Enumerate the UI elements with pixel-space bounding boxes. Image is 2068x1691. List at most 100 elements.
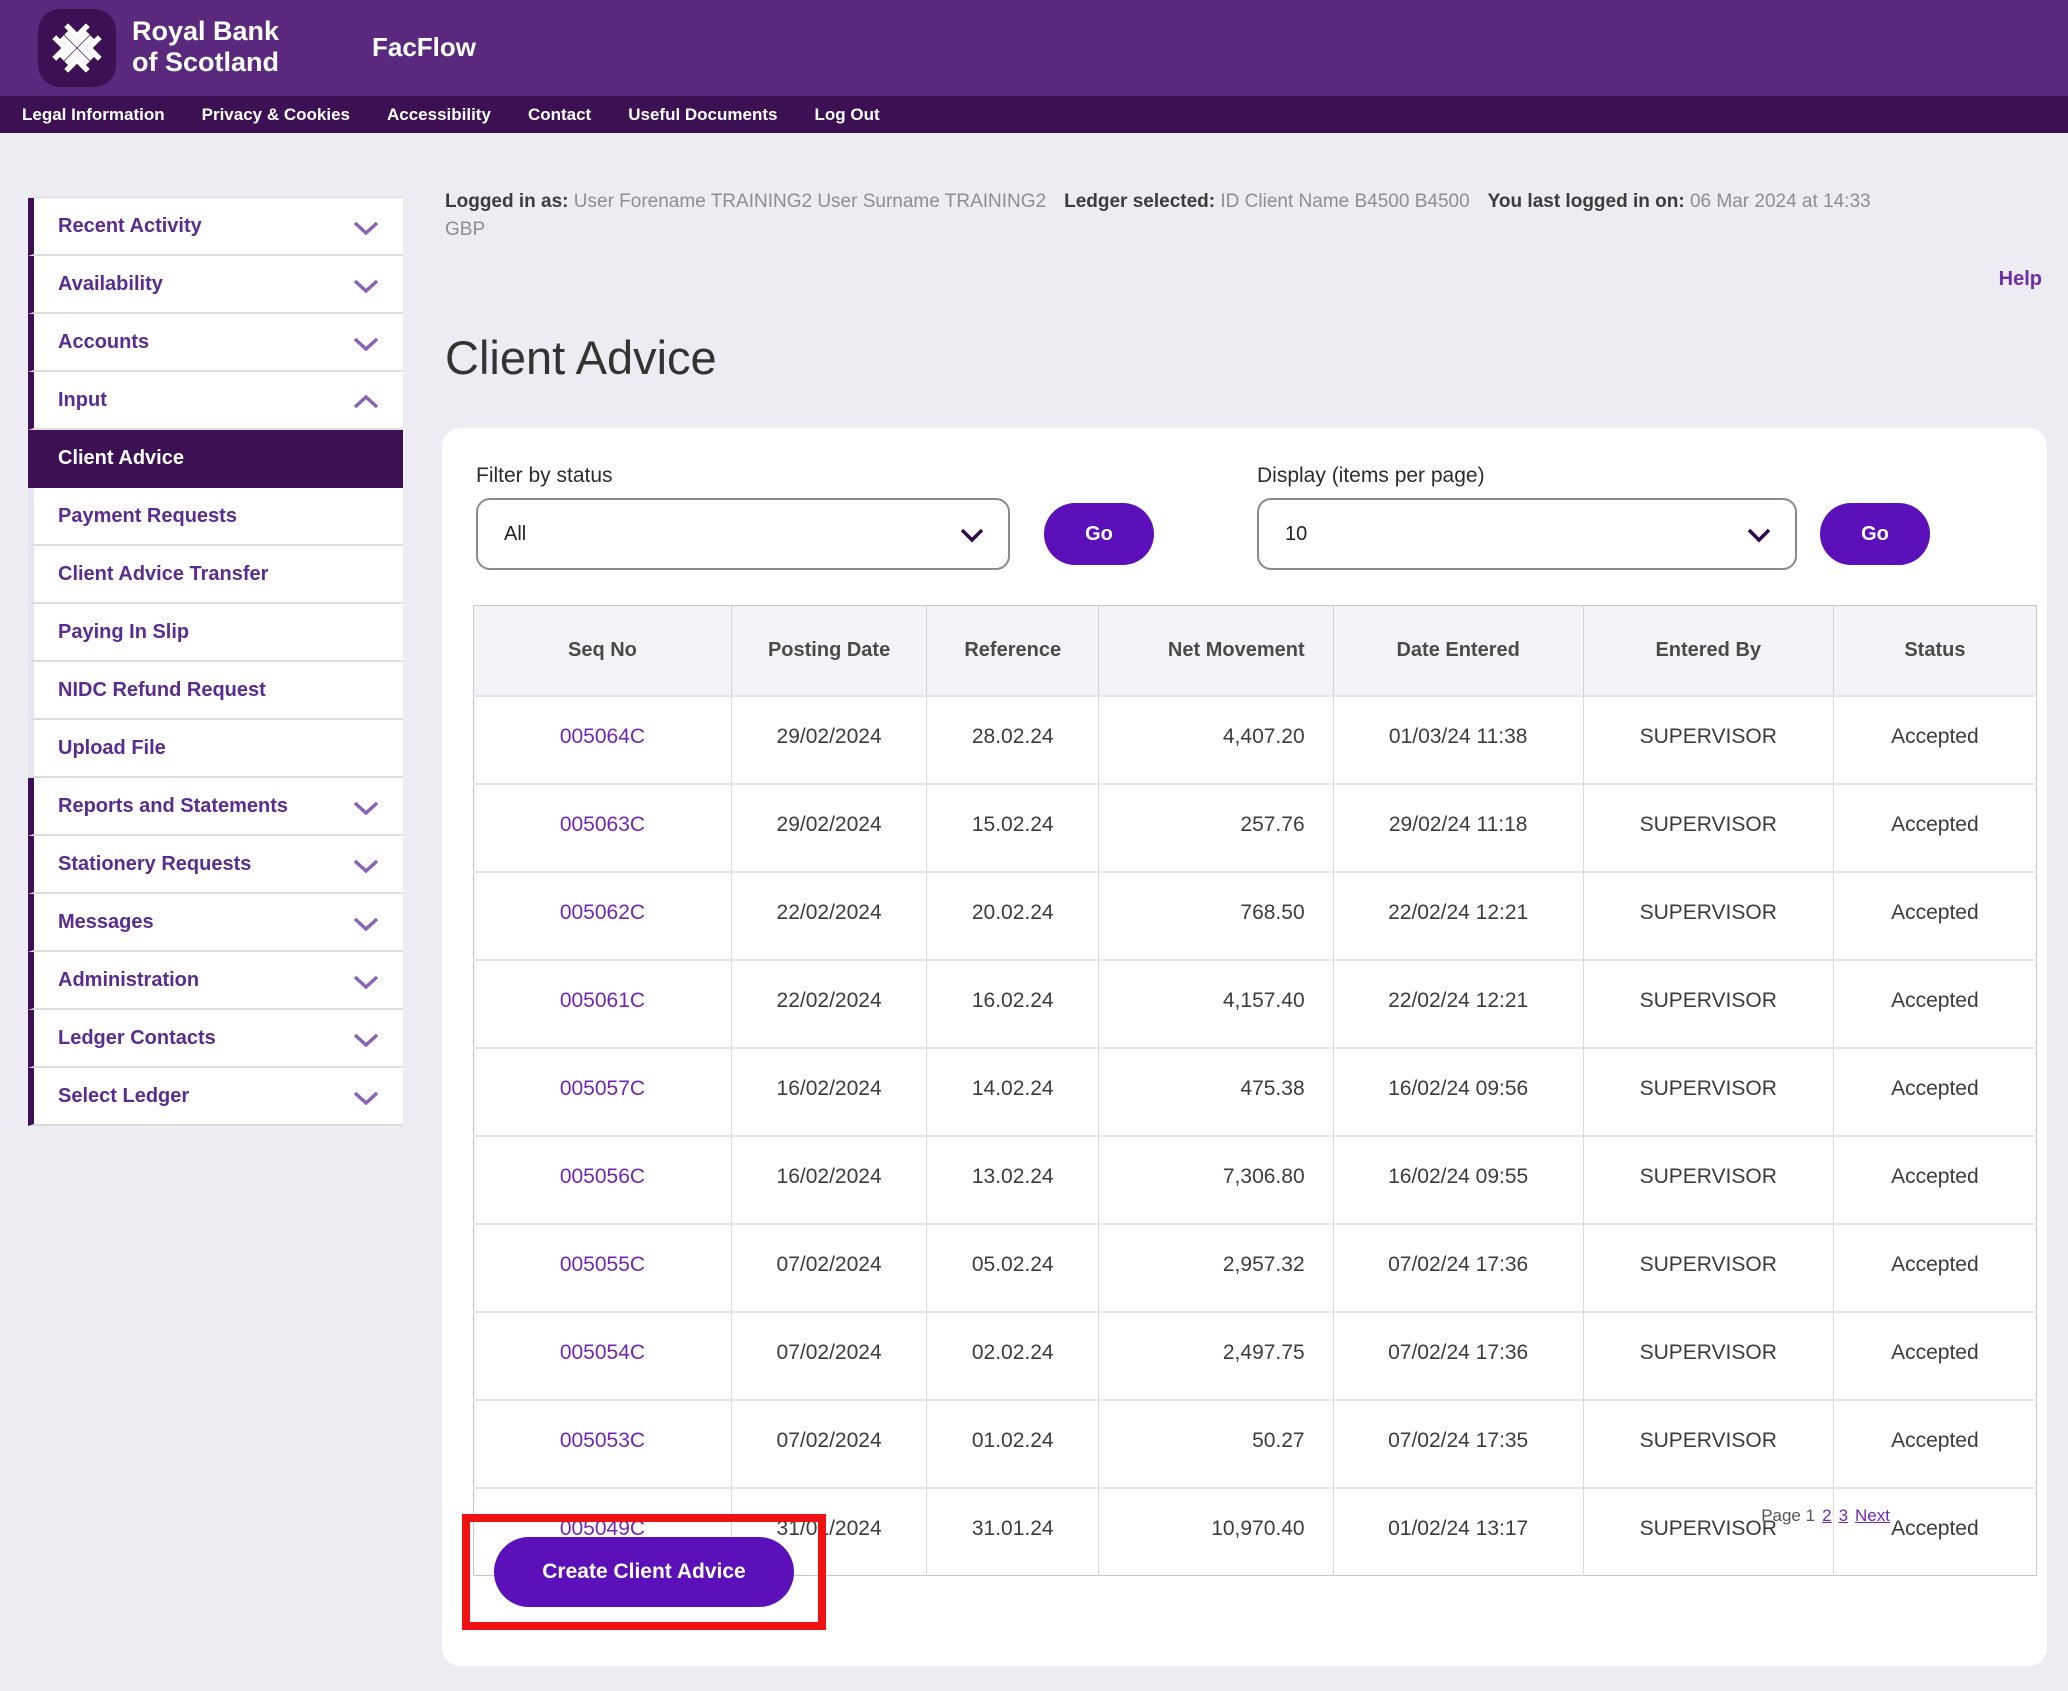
- seq-no-link[interactable]: 005056C: [560, 1165, 645, 1188]
- create-client-advice-button[interactable]: Create Client Advice: [494, 1537, 794, 1607]
- last-login-value: 06 Mar 2024 at 14:33: [1690, 191, 1871, 212]
- status-cell: Accepted: [1833, 1048, 2036, 1136]
- sidebar-item[interactable]: Select Ledger: [28, 1068, 403, 1126]
- sidebar-item-label: Select Ledger: [58, 1085, 189, 1108]
- client-advice-table: Seq No Posting Date Reference Net Moveme…: [473, 605, 2037, 1576]
- sidebar-item[interactable]: Client Advice Transfer: [28, 546, 403, 604]
- nav-link[interactable]: Privacy & Cookies: [202, 105, 350, 125]
- seq-no-link[interactable]: 005055C: [560, 1253, 645, 1276]
- reference-cell: 01.02.24: [927, 1400, 1099, 1488]
- posting-date-cell: 29/02/2024: [731, 696, 926, 784]
- sidebar-item-label: Client Advice Transfer: [58, 563, 268, 586]
- seq-no-link[interactable]: 005063C: [560, 813, 645, 836]
- date-entered-cell: 07/02/24 17:35: [1333, 1400, 1583, 1488]
- sidebar-item[interactable]: Paying In Slip: [28, 604, 403, 662]
- seq-no-link[interactable]: 005057C: [560, 1077, 645, 1100]
- net-movement-cell: 10,970.40: [1099, 1488, 1333, 1576]
- status-filter-select[interactable]: All: [476, 498, 1010, 570]
- sidebar-item[interactable]: Recent Activity: [28, 198, 403, 256]
- table-row: 005054C 07/02/2024 02.02.24 2,497.75 07/…: [474, 1312, 2037, 1400]
- seq-no-link[interactable]: 005054C: [560, 1341, 645, 1364]
- logged-in-label: Logged in as:: [445, 191, 569, 212]
- nav-link[interactable]: Useful Documents: [628, 105, 777, 125]
- posting-date-cell: 16/02/2024: [731, 1048, 926, 1136]
- chevron-down-icon: [960, 528, 984, 543]
- rbs-daisywheel-icon: [51, 22, 103, 74]
- net-movement-cell: 475.38: [1099, 1048, 1333, 1136]
- client-advice-panel: Filter by status All Go Display (items p…: [442, 428, 2047, 1666]
- sidebar-item-label: Payment Requests: [58, 505, 237, 528]
- table-row: 005057C 16/02/2024 14.02.24 475.38 16/02…: [474, 1048, 2037, 1136]
- filter-by-status-label: Filter by status: [476, 464, 613, 488]
- sidebar-item-label: Administration: [58, 969, 199, 992]
- sidebar-item[interactable]: Input: [28, 372, 403, 430]
- sidebar-item-label: Stationery Requests: [58, 853, 251, 876]
- reference-cell: 20.02.24: [927, 872, 1099, 960]
- nav-link[interactable]: Contact: [528, 105, 591, 125]
- sidebar-item[interactable]: Stationery Requests: [28, 836, 403, 894]
- entered-by-cell: SUPERVISOR: [1583, 1136, 1833, 1224]
- nav-link[interactable]: Log Out: [814, 105, 879, 125]
- status-cell: Accepted: [1833, 1224, 2036, 1312]
- chevron-down-icon: [353, 279, 379, 293]
- ledger-currency: GBP: [445, 216, 2045, 244]
- date-entered-cell: 16/02/24 09:56: [1333, 1048, 1583, 1136]
- pagination-page-link[interactable]: 2: [1822, 1506, 1831, 1525]
- pagination-page-link[interactable]: 3: [1839, 1506, 1848, 1525]
- sidebar-item[interactable]: Payment Requests: [28, 488, 403, 546]
- status-cell: Accepted: [1833, 1488, 2036, 1576]
- sidebar-item[interactable]: Client Advice: [28, 430, 403, 488]
- sidebar-item[interactable]: Ledger Contacts: [28, 1010, 403, 1068]
- posting-date-cell: 22/02/2024: [731, 960, 926, 1048]
- date-entered-cell: 01/02/24 13:17: [1333, 1488, 1583, 1576]
- sidebar-item[interactable]: Accounts: [28, 314, 403, 372]
- net-movement-cell: 257.76: [1099, 784, 1333, 872]
- seq-no-link[interactable]: 005053C: [560, 1429, 645, 1452]
- status-cell: Accepted: [1833, 1400, 2036, 1488]
- reference-cell: 05.02.24: [927, 1224, 1099, 1312]
- status-filter-go-button[interactable]: Go: [1044, 503, 1154, 565]
- sidebar-item[interactable]: Administration: [28, 952, 403, 1010]
- reference-cell: 28.02.24: [927, 696, 1099, 784]
- seq-no-link[interactable]: 005064C: [560, 725, 645, 748]
- sidebar-item-label: Client Advice: [58, 447, 184, 470]
- sidebar-item[interactable]: Upload File: [28, 720, 403, 778]
- sidebar-item[interactable]: Reports and Statements: [28, 778, 403, 836]
- net-movement-cell: 2,957.32: [1099, 1224, 1333, 1312]
- posting-date-cell: 29/02/2024: [731, 784, 926, 872]
- nav-link[interactable]: Legal Information: [22, 105, 165, 125]
- net-movement-cell: 2,497.75: [1099, 1312, 1333, 1400]
- sidebar-item-label: NIDC Refund Request: [58, 679, 266, 702]
- date-entered-cell: 16/02/24 09:55: [1333, 1136, 1583, 1224]
- entered-by-cell: SUPERVISOR: [1583, 872, 1833, 960]
- sidebar-item-label: Recent Activity: [58, 215, 202, 238]
- status-cell: Accepted: [1833, 960, 2036, 1048]
- posting-date-cell: 07/02/2024: [731, 1312, 926, 1400]
- sidebar-item-label: Reports and Statements: [58, 795, 288, 818]
- status-cell: Accepted: [1833, 696, 2036, 784]
- table-row: 005064C 29/02/2024 28.02.24 4,407.20 01/…: [474, 696, 2037, 784]
- pagination-next-link[interactable]: Next: [1855, 1506, 1890, 1525]
- sidebar-item[interactable]: Messages: [28, 894, 403, 952]
- status-cell: Accepted: [1833, 1312, 2036, 1400]
- logged-in-value: User Forename TRAINING2 User Surname TRA…: [574, 191, 1046, 212]
- date-entered-cell: 22/02/24 12:21: [1333, 960, 1583, 1048]
- status-cell: Accepted: [1833, 872, 2036, 960]
- seq-no-link[interactable]: 005061C: [560, 989, 645, 1012]
- items-per-page-value: 10: [1285, 523, 1307, 546]
- table-row: 005062C 22/02/2024 20.02.24 768.50 22/02…: [474, 872, 2037, 960]
- col-header-reference: Reference: [927, 606, 1099, 697]
- sidebar-item[interactable]: Availability: [28, 256, 403, 314]
- table-row: 005053C 07/02/2024 01.02.24 50.27 07/02/…: [474, 1400, 2037, 1488]
- seq-no-link[interactable]: 005062C: [560, 901, 645, 924]
- highlight-annotation-box: Create Client Advice: [462, 1514, 826, 1630]
- sidebar-item[interactable]: NIDC Refund Request: [28, 662, 403, 720]
- nav-link[interactable]: Accessibility: [387, 105, 491, 125]
- pagination-label: Page: [1761, 1506, 1801, 1525]
- items-per-page-go-button[interactable]: Go: [1820, 503, 1930, 565]
- help-link[interactable]: Help: [1999, 268, 2042, 291]
- col-header-status: Status: [1833, 606, 2036, 697]
- items-per-page-select[interactable]: 10: [1257, 498, 1797, 570]
- sidebar-item-label: Paying In Slip: [58, 621, 189, 644]
- table-header-row: Seq No Posting Date Reference Net Moveme…: [474, 606, 2037, 697]
